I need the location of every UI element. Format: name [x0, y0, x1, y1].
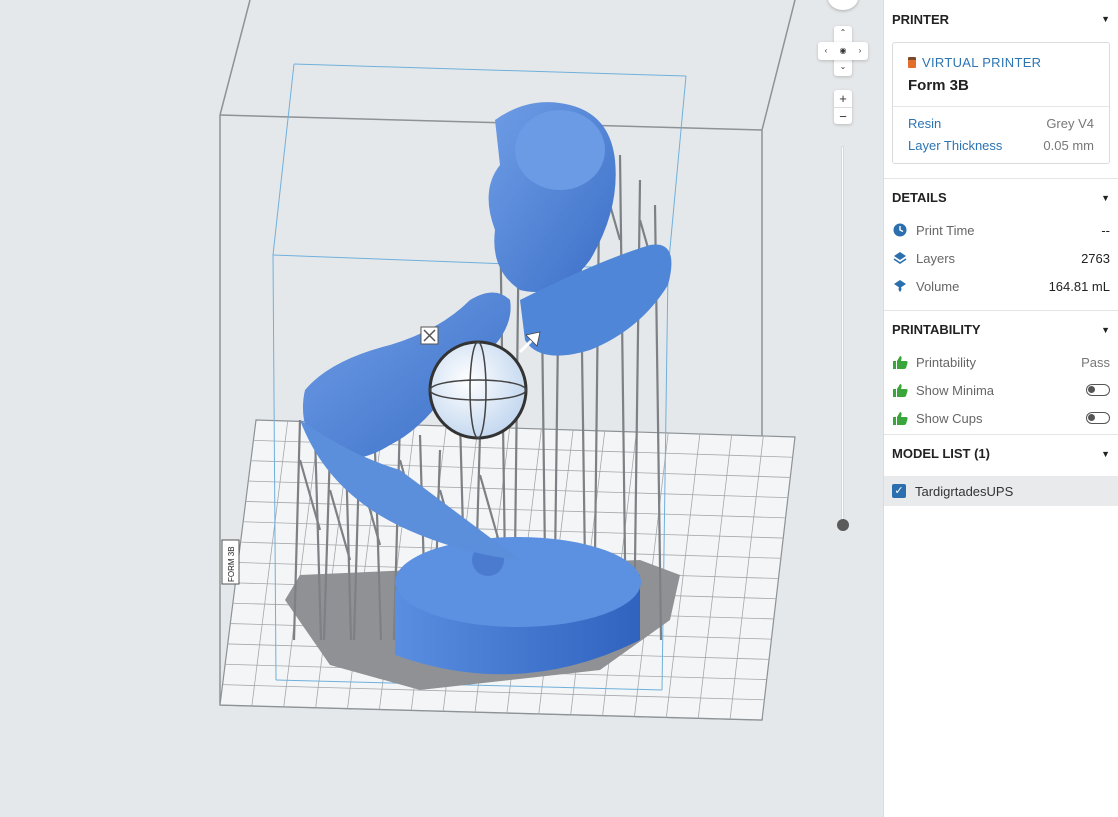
svg-text:FORM 3B: FORM 3B	[227, 546, 236, 582]
layers-label: Layers	[916, 250, 956, 266]
build-plate-label: FORM 3B	[221, 539, 240, 585]
pan-down-icon[interactable]: ⌄	[838, 62, 848, 72]
thumbs-up-icon	[892, 354, 908, 370]
volume-row: Volume 164.81 mL	[884, 272, 1118, 300]
layers-icon	[892, 250, 908, 266]
zoom-out-button[interactable]: −	[834, 107, 852, 124]
layers-value: 2763	[1081, 250, 1110, 266]
viewport-3d[interactable]: FORM 3B ⌃ ⌄ ‹ › ◉ + −	[0, 0, 883, 817]
rotate-gizmo[interactable]	[428, 340, 528, 440]
model-list-item[interactable]: ✓ TardigrtadesUPS	[884, 476, 1118, 506]
printability-row: Printability Pass	[884, 348, 1118, 376]
model-base	[395, 537, 641, 675]
pan-left-icon[interactable]: ‹	[821, 46, 831, 56]
thumbs-up-icon	[892, 382, 908, 398]
print-time-label: Print Time	[916, 222, 975, 238]
pan-right-icon[interactable]: ›	[855, 46, 865, 56]
layer-slider-track[interactable]	[841, 146, 844, 528]
volume-label: Volume	[916, 278, 960, 294]
print-time-value: --	[1101, 222, 1110, 238]
resin-label: Resin	[908, 116, 942, 131]
printer-icon	[908, 57, 916, 68]
section-title: DETAILS	[892, 190, 947, 205]
caret-down-icon: ▼	[1101, 324, 1110, 335]
printability-section-header[interactable]: PRINTABILITY ▼	[884, 310, 1118, 348]
details-section-header[interactable]: DETAILS ▼	[884, 178, 1118, 216]
print-time-row: Print Time --	[884, 216, 1118, 244]
show-cups-row: Show Cups	[884, 404, 1118, 432]
caret-down-icon: ▼	[1101, 448, 1110, 459]
zoom-control: + −	[834, 90, 852, 124]
section-title: PRINTABILITY	[892, 322, 981, 337]
caret-down-icon: ▼	[1101, 192, 1110, 203]
layer-thickness-value: 0.05 mm	[1043, 138, 1094, 153]
layer-slider-handle[interactable]	[837, 519, 849, 531]
model-name: TardigrtadesUPS	[915, 483, 1014, 499]
volume-value: 164.81 mL	[1048, 278, 1110, 294]
show-minima-row: Show Minima	[884, 376, 1118, 404]
show-minima-toggle[interactable]	[1086, 384, 1110, 396]
pan-up-icon[interactable]: ⌃	[838, 28, 848, 38]
volume-icon	[892, 278, 908, 294]
printability-label: Printability	[916, 354, 976, 370]
model-list-section-header[interactable]: MODEL LIST (1) ▼	[884, 434, 1118, 472]
section-title: PRINTER	[892, 11, 950, 27]
virtual-printer-label: VIRTUAL PRINTER	[922, 55, 1042, 70]
clock-icon	[892, 222, 908, 238]
camera-pan-control[interactable]: ⌃ ⌄ ‹ › ◉	[818, 26, 868, 76]
printability-list: Printability Pass Show Minima Show Cups	[884, 348, 1118, 434]
build-volume-scene[interactable]: FORM 3B	[0, 0, 883, 817]
show-cups-label: Show Cups	[916, 410, 983, 426]
zoom-in-button[interactable]: +	[834, 90, 852, 107]
caret-down-icon: ▼	[1101, 14, 1110, 24]
printer-card[interactable]: VIRTUAL PRINTER Form 3B Resin Grey V4 La…	[892, 42, 1110, 164]
resin-value: Grey V4	[1046, 116, 1094, 131]
side-panel: PRINTER ▼ VIRTUAL PRINTER Form 3B Resin …	[883, 0, 1118, 817]
show-cups-toggle[interactable]	[1086, 412, 1110, 424]
layers-row: Layers 2763	[884, 244, 1118, 272]
layer-thickness-label: Layer Thickness	[908, 138, 1003, 153]
section-title: MODEL LIST (1)	[892, 446, 990, 461]
show-minima-label: Show Minima	[916, 382, 995, 398]
layer-thickness-row: Layer Thickness 0.05 mm	[908, 135, 1094, 157]
model-visible-checkbox[interactable]: ✓	[892, 484, 906, 498]
details-list: Print Time -- Layers 2763 Volume 164.81 …	[884, 216, 1118, 310]
thumbs-up-icon	[892, 410, 908, 426]
resin-row: Resin Grey V4	[908, 113, 1094, 135]
printer-section-header[interactable]: PRINTER ▼	[884, 0, 1118, 38]
printability-value: Pass	[1081, 354, 1110, 370]
printer-model-name: Form 3B	[908, 77, 969, 94]
scale-handle-icon[interactable]	[420, 326, 439, 345]
eye-icon[interactable]: ◉	[838, 46, 848, 56]
